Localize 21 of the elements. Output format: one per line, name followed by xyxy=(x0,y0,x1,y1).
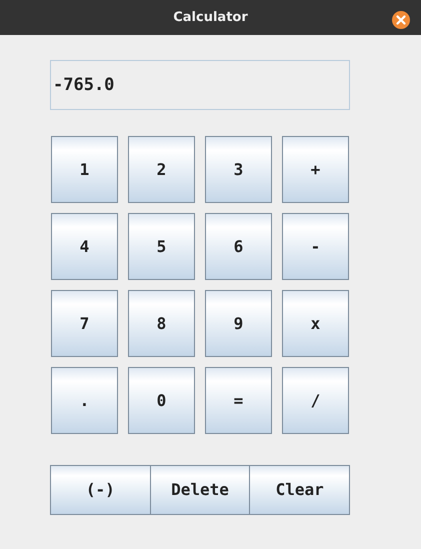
calculator-key[interactable]: 8 xyxy=(128,290,195,357)
calculator-key[interactable]: x xyxy=(282,290,349,357)
action-button[interactable]: (-) xyxy=(50,465,151,515)
calculator-key[interactable]: - xyxy=(282,213,349,280)
calculator-key[interactable]: 3 xyxy=(205,136,272,203)
action-button[interactable]: Delete xyxy=(150,465,250,515)
calculator-key[interactable]: + xyxy=(282,136,349,203)
calculator-key[interactable]: / xyxy=(282,367,349,434)
calculator-key[interactable]: 1 xyxy=(51,136,118,203)
calculator-key[interactable]: . xyxy=(51,367,118,434)
calculator-key[interactable]: 0 xyxy=(128,367,195,434)
calculator-key[interactable]: 4 xyxy=(51,213,118,280)
action-button[interactable]: Clear xyxy=(250,465,350,515)
calculator-key[interactable]: 5 xyxy=(128,213,195,280)
calculator-key[interactable]: = xyxy=(205,367,272,434)
calculator-key[interactable]: 6 xyxy=(205,213,272,280)
window-title: Calculator xyxy=(173,8,248,27)
calculator-key[interactable]: 7 xyxy=(51,290,118,357)
calculator-key[interactable]: 9 xyxy=(205,290,272,357)
calculator-key[interactable]: 2 xyxy=(128,136,195,203)
display-field[interactable]: -765.0 xyxy=(50,60,350,110)
